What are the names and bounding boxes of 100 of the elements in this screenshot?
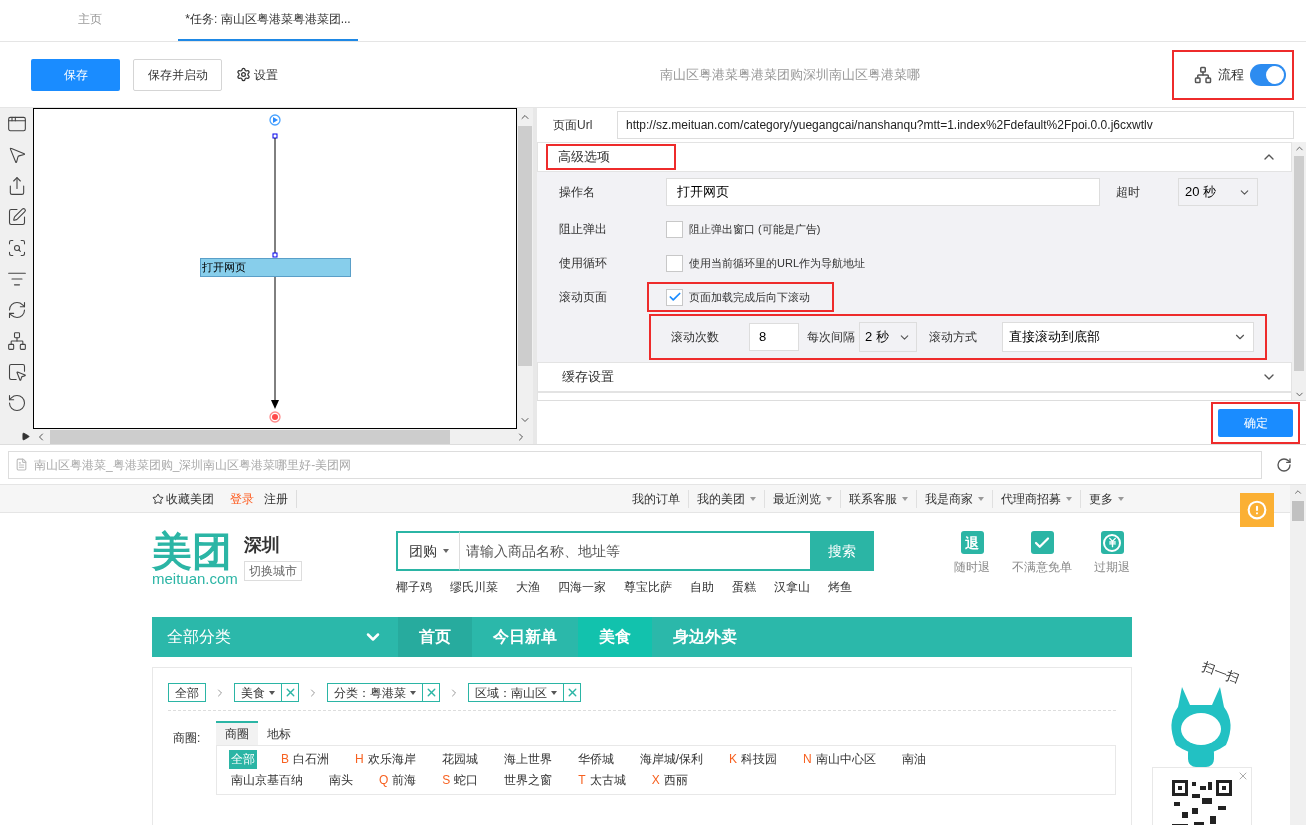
start-node-icon[interactable] [269, 114, 281, 126]
scrollbar-thumb[interactable] [518, 126, 532, 366]
promise-label: 过期退 [1094, 559, 1130, 576]
field-label: 超时 [1116, 184, 1141, 201]
promise-label: 不满意免单 [1012, 559, 1072, 576]
search-scope-select[interactable]: 团购 [396, 531, 460, 571]
field-label: 阻止弹出 [559, 221, 608, 238]
rotate-icon[interactable] [6, 393, 27, 413]
action-name-field[interactable]: 打开网页 [666, 178, 1100, 206]
top-menu-link[interactable]: 更多 [1080, 489, 1132, 508]
area-link[interactable]: T 太古城 [576, 771, 628, 790]
hot-keyword-link[interactable]: 缪氏川菜 [450, 578, 498, 596]
promise-label: 随时退 [954, 559, 990, 576]
section-header[interactable]: 高级选项 [537, 142, 1292, 172]
field-label: 滚动次数 [671, 329, 720, 346]
flowchart-icon[interactable] [6, 331, 27, 351]
top-menu-link[interactable]: 我的美团 [688, 489, 764, 508]
register-link[interactable]: 注册 [264, 489, 297, 508]
window-plus-icon[interactable] [6, 114, 27, 134]
area-link[interactable]: 世界之窗 [502, 771, 555, 790]
district-tab[interactable]: 地标 [258, 721, 300, 745]
area-link[interactable]: B 白石洲 [279, 750, 331, 769]
refund-badge-icon: 退 [960, 531, 984, 554]
flowchart-icon [1194, 65, 1212, 84]
search-field[interactable]: 请输入商品名称、地址等 [460, 531, 810, 571]
loop-icon[interactable] [6, 300, 27, 320]
checkbox[interactable] [666, 254, 683, 272]
filter-tag[interactable]: 全部 [168, 683, 206, 702]
flow-node[interactable]: 打开网页 [200, 258, 351, 277]
filter-tag[interactable]: 分类：粤港菜 [327, 683, 440, 702]
top-menu-link[interactable]: 联系客服 [840, 489, 916, 508]
favorite-link[interactable]: 收藏美团 [166, 489, 214, 508]
area-link[interactable]: S 蛇口 [440, 771, 481, 790]
city-name: 深圳 [244, 535, 281, 555]
area-link[interactable]: H 欢乐海岸 [353, 750, 418, 769]
field-label: 滚动页面 [559, 289, 608, 306]
area-link[interactable]: 海上世界 [501, 750, 554, 769]
scan-search-icon[interactable] [6, 238, 27, 258]
star-icon[interactable] [152, 492, 164, 505]
top-menu-link[interactable]: 我是商家 [916, 489, 992, 508]
scroll-count-field[interactable]: 8 [749, 323, 799, 351]
task-title: 南山区粤港菜粤港菜团购深圳南山区粤港菜哪 [659, 65, 921, 84]
reload-icon[interactable] [1276, 456, 1292, 473]
interval-select[interactable]: 2 秒 [859, 322, 917, 352]
area-link[interactable]: K 科技园 [727, 750, 780, 769]
hot-keyword-link[interactable]: 椰子鸡 [396, 578, 432, 596]
hot-keyword-link[interactable]: 自助 [690, 578, 714, 596]
scroll-up-icon[interactable] [1293, 487, 1303, 497]
checkbox-label: 使用当前循环里的URL作为导航地址 [689, 255, 865, 271]
scrollbar-thumb[interactable] [1294, 156, 1304, 371]
select-pointer-icon[interactable] [6, 362, 27, 382]
area-link[interactable]: 南头 [327, 771, 355, 790]
logo-domain: meituan.com [152, 571, 238, 587]
checkbox[interactable] [666, 288, 683, 306]
top-menu-link[interactable]: 最近浏览 [764, 489, 840, 508]
scrollbar-thumb[interactable] [50, 429, 450, 444]
checkbox-label: 阻止弹出窗口 (可能是广告) [689, 221, 821, 237]
area-link[interactable]: Q 前海 [377, 771, 419, 790]
scrollbar-thumb[interactable] [1292, 501, 1304, 521]
area-link[interactable]: N 南山中心区 [801, 750, 878, 769]
notice-badge[interactable] [1240, 493, 1274, 527]
area-link[interactable]: X 西丽 [649, 771, 690, 790]
check-badge-icon [1030, 531, 1054, 554]
district-tab[interactable]: 商圈 [216, 721, 258, 745]
settings-button[interactable]: 设置 [236, 65, 278, 84]
district-label: 商圈: [172, 730, 202, 747]
hot-keyword-link[interactable]: 四海一家 [558, 578, 606, 596]
top-menu-link[interactable]: 代理商招募 [992, 489, 1080, 508]
area-link[interactable]: 南油 [899, 750, 928, 769]
field-label: 使用循环 [559, 255, 608, 272]
scroll-mode-select[interactable]: 直接滚动到底部 [1002, 322, 1254, 352]
save-and-start-button[interactable]: 保存并启动 [133, 58, 222, 91]
filter-tag[interactable]: 区域：南山区 [468, 683, 581, 702]
area-link[interactable]: 花园城 [439, 750, 480, 769]
mascot-caption: 扫一扫 [1198, 657, 1243, 689]
hot-keyword-link[interactable]: 烤鱼 [828, 578, 852, 596]
area-link[interactable]: 华侨城 [575, 750, 616, 769]
area-link[interactable]: 海岸城/保利 [637, 750, 706, 769]
edit-icon[interactable] [6, 207, 27, 227]
area-link[interactable]: 南山京基百纳 [229, 771, 305, 790]
field-label: 每次间隔 [807, 329, 855, 346]
url-label: 页面Url [553, 117, 594, 134]
hot-keyword-link[interactable]: 蛋糕 [732, 578, 756, 596]
expand-icon[interactable] [21, 432, 30, 441]
top-menu-link[interactable]: 我的订单 [624, 489, 688, 508]
url-field[interactable]: http://sz.meituan.com/category/yuegangcai/nanshanqu?mtt=1.index%2Fdefault%2Fpoi.0.0.j6cxwtlv [617, 111, 1294, 139]
section-header[interactable]: 缓存设置 [537, 362, 1292, 392]
flow-label: 流程 [1218, 65, 1244, 84]
caret-icon [442, 549, 449, 553]
checkbox[interactable] [666, 220, 683, 238]
flow-toggle[interactable] [1250, 63, 1286, 86]
checkbox-label: 页面加载完成后向下滚动 [689, 289, 810, 305]
hot-keyword-link[interactable]: 汉拿山 [774, 578, 810, 596]
switch-city-button[interactable]: 切换城市 [244, 561, 302, 581]
end-node-icon[interactable] [269, 411, 281, 423]
timeout-select[interactable]: 20 秒 [1178, 178, 1258, 206]
close-icon[interactable] [1237, 770, 1249, 782]
hot-keyword-link[interactable]: 大渔 [516, 578, 540, 596]
filter-tag[interactable]: 美食 [234, 683, 299, 702]
hot-keyword-link[interactable]: 尊宝比萨 [624, 578, 672, 596]
